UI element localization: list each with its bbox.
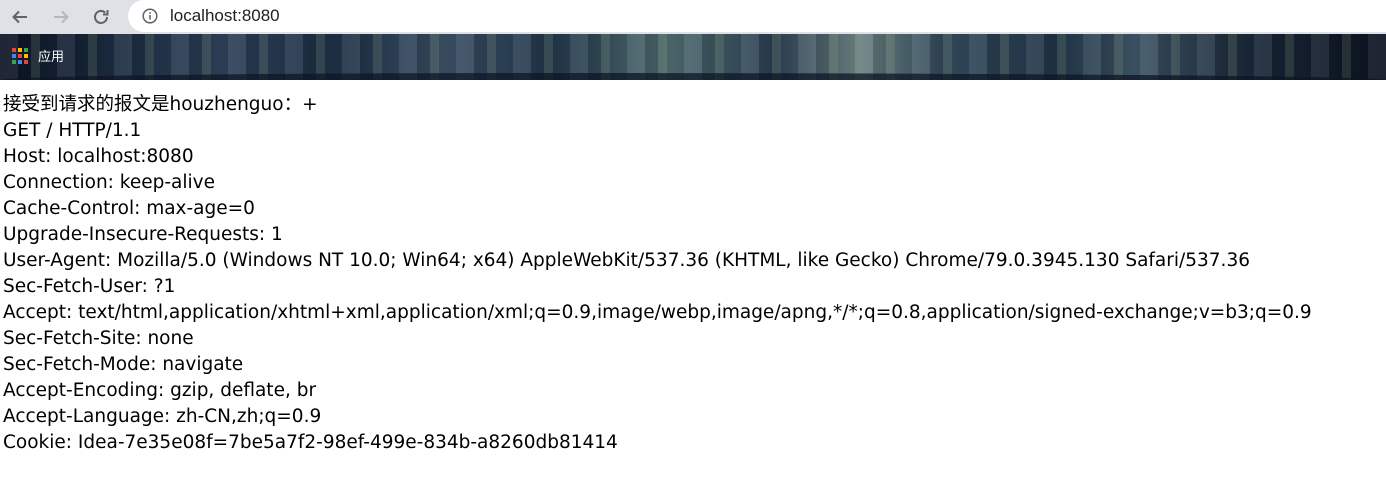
back-button[interactable] [8,5,32,29]
apps-grid-dot [12,47,16,52]
info-icon[interactable] [142,8,158,24]
request-line: Upgrade-Insecure-Requests: 1 [3,224,283,245]
apps-grid-dot [18,53,22,58]
arrow-right-icon [54,10,69,24]
reload-icon [94,10,109,24]
apps-shortcut[interactable]: 应用 [12,46,64,65]
apps-grid-dot [24,53,28,58]
request-line: Sec-Fetch-Mode: navigate [3,354,244,375]
request-line: Sec-Fetch-User: ?1 [3,276,176,297]
apps-grid-dot [12,53,16,58]
address-bar[interactable]: localhost:8080 [128,0,1386,32]
request-line: GET / HTTP/1.1 [3,120,142,141]
bookmarks-bar: 应用 [0,34,1386,80]
apps-grid-dot [12,59,16,64]
apps-grid-dot [24,47,28,52]
request-line: Cache-Control: max-age=0 [3,198,255,219]
apps-grid-dot [18,59,22,64]
request-line: User-Agent: Mozilla/5.0 (Windows NT 10.0… [3,250,1250,271]
page-heading: 接受到请求的报文是houzhenguo：+ [3,94,318,115]
arrow-left-icon [12,10,27,24]
request-line: Host: localhost:8080 [3,146,194,167]
apps-grid-dot [24,59,28,64]
browser-toolbar: localhost:8080 [0,0,1386,34]
apps-label: 应用 [38,50,65,65]
apps-grid-icon [12,47,28,64]
reload-button[interactable] [89,5,113,29]
request-line: Accept: text/html,application/xhtml+xml,… [3,302,1312,323]
request-line: Sec-Fetch-Site: none [3,328,194,349]
request-line: Connection: keep-alive [3,172,215,193]
request-lines: GET / HTTP/1.1 Host: localhost:8080 Connec… [3,118,1386,456]
apps-grid-dot [18,47,22,52]
page-content: 接受到请求的报文是houzhenguo：+ GET / HTTP/1.1 Host… [0,80,1386,456]
url-text[interactable]: localhost:8080 [170,6,280,26]
request-line: Cookie: Idea-7e35e08f=7be5a7f2-98ef-499e… [3,432,618,453]
request-line: Accept-Language: zh-CN,zh;q=0.9 [3,406,322,427]
forward-button[interactable] [49,5,73,29]
request-line: Accept-Encoding: gzip, deflate, br [3,380,317,401]
